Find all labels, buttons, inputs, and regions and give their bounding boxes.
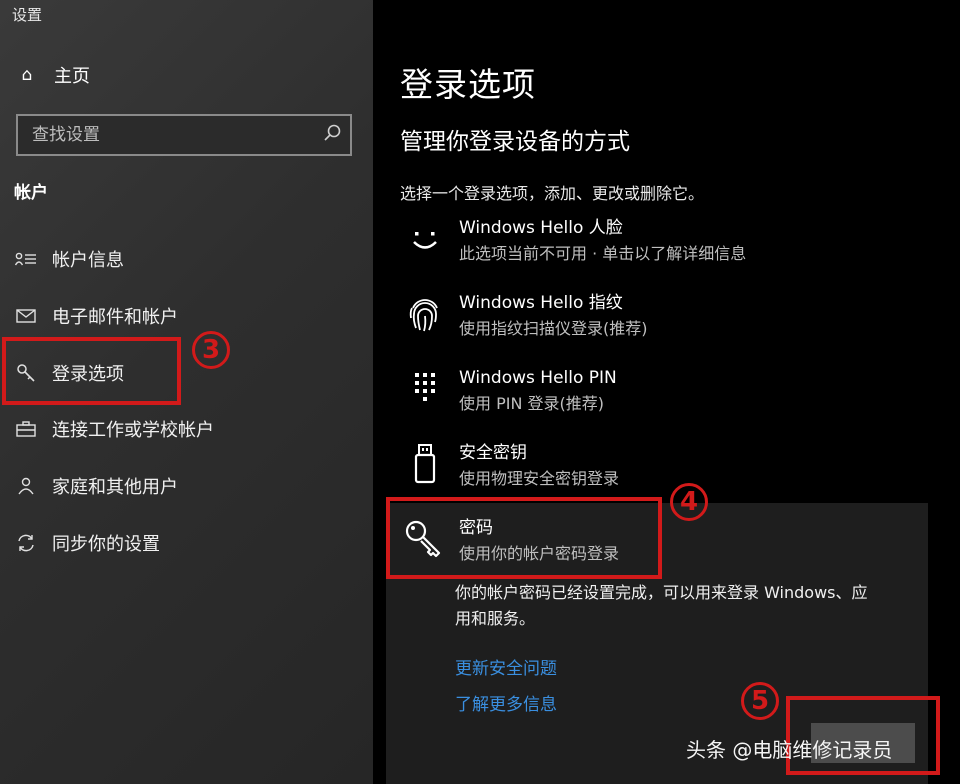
page-title: 登录选项 [400,65,536,104]
search-input[interactable] [30,124,314,146]
sidebar-item-sync[interactable]: 同步你的设置 [14,530,160,556]
link-update-security-questions[interactable]: 更新安全问题 [455,654,557,679]
sidebar-item-family[interactable]: 家庭和其他用户 [14,473,178,499]
option-security-key[interactable]: 安全密钥 使用物理安全密钥登录 [403,441,619,491]
annotation-step4: 4 [670,483,708,521]
watermark: 头条 @电脑维修记录员 [686,738,893,762]
pin-keypad-icon [403,366,447,412]
annotation-step3: 3 [192,331,230,369]
sidebar-item-label: 帐户信息 [52,250,124,271]
option-desc: 使用指纹扫描仪登录(推荐) [459,319,648,338]
sidebar-item-account-info[interactable]: 帐户信息 [14,246,124,272]
usb-key-icon [403,441,447,487]
sidebar-item-email-accounts[interactable]: 电子邮件和帐户 [14,303,178,329]
option-name: Windows Hello PIN [459,368,617,388]
fingerprint-icon [403,291,447,337]
mail-icon [14,308,38,324]
option-name: Windows Hello 人脸 [459,218,623,238]
link-learn-more[interactable]: 了解更多信息 [455,690,557,715]
option-name: 安全密钥 [459,443,527,463]
sidebar-item-label: 家庭和其他用户 [52,477,178,498]
search-box[interactable] [16,114,352,156]
option-name: Windows Hello 指纹 [459,293,623,313]
app-title: 设置 [12,6,43,24]
instruction-text: 选择一个登录选项，添加、更改或删除它。 [400,184,705,203]
option-desc: 使用 PIN 登录(推荐) [459,394,604,413]
option-desc: 此选项当前不可用 · 单击以了解详细信息 [459,244,747,263]
smiley-face-icon [403,216,447,262]
sidebar-item-home[interactable]: ⌂ 主页 [16,62,90,88]
annotation-box-step3 [2,337,181,405]
person-icon [14,477,38,495]
briefcase-icon [14,421,38,437]
home-label: 主页 [54,66,90,87]
sidebar-item-label: 同步你的设置 [52,534,160,555]
annotation-step5: 5 [741,682,779,720]
password-detail-text: 你的帐户密码已经设置完成，可以用来登录 Windows、应用和服务。 [455,583,868,628]
search-icon[interactable] [322,123,342,147]
option-fingerprint[interactable]: Windows Hello 指纹 使用指纹扫描仪登录(推荐) [403,291,648,341]
option-face[interactable]: Windows Hello 人脸 此选项当前不可用 · 单击以了解详细信息 [403,216,746,266]
section-label-accounts: 帐户 [14,183,48,203]
annotation-box-step4 [386,497,662,579]
option-desc: 使用物理安全密钥登录 [459,469,620,488]
page-subtitle: 管理你登录设备的方式 [400,129,630,155]
sidebar-item-work-school[interactable]: 连接工作或学校帐户 [14,416,214,442]
sync-icon [14,533,38,553]
sidebar-item-label: 电子邮件和帐户 [52,307,178,328]
sidebar-item-label: 连接工作或学校帐户 [52,420,214,441]
option-pin[interactable]: Windows Hello PIN 使用 PIN 登录(推荐) [403,366,617,416]
home-icon: ⌂ [21,65,33,85]
account-info-icon [14,251,38,267]
